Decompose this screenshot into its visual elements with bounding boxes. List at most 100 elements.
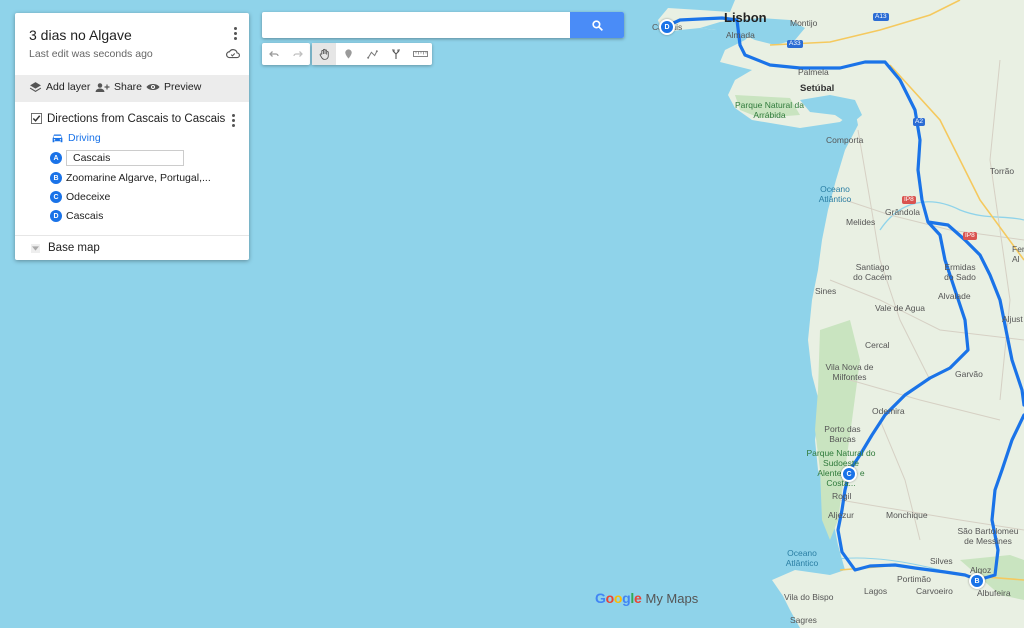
base-map-toggle[interactable]: Base map — [31, 242, 100, 254]
map-label-santiago: Santiago do Cacém — [853, 262, 892, 282]
add-layer-label: Add layer — [46, 81, 91, 93]
car-icon — [52, 133, 63, 142]
search-box — [262, 12, 624, 38]
stop-a-badge: A — [50, 152, 62, 164]
route-marker-b[interactable]: B — [969, 573, 985, 589]
google-wordmark: Google — [595, 590, 642, 606]
redo-button[interactable] — [286, 43, 310, 65]
layer-name[interactable]: Directions from Cascais to Cascais — [47, 113, 225, 125]
map-label-comporta: Comporta — [826, 135, 864, 145]
map-label-parque-sudoeste: Parque Natural do Sudoeste Alentejano e … — [806, 448, 876, 488]
stop-d[interactable]: D Cascais — [50, 209, 103, 223]
add-marker-button[interactable] — [336, 43, 360, 65]
road-shield-ip8-a: IP8 — [902, 196, 916, 204]
map-label-monchique: Monchique — [886, 510, 928, 520]
stop-a-input[interactable]: Cascais — [66, 150, 184, 166]
travel-mode[interactable]: Driving — [51, 132, 101, 144]
cloud-saved-icon — [226, 49, 240, 59]
redo-icon — [293, 51, 303, 57]
map-legend-panel: 3 dias no Algave Last edit was seconds a… — [15, 13, 249, 260]
map-label-alvalade: Alvalade — [938, 291, 971, 301]
preview-label: Preview — [164, 81, 202, 93]
map-label-odemira: Odemira — [872, 406, 905, 416]
map-label-vila-bispo: Vila do Bispo — [784, 592, 834, 602]
map-label-torrao: Torrão — [990, 166, 1015, 176]
stop-c-label: Odeceixe — [66, 191, 111, 203]
expand-arrow-icon — [31, 243, 40, 253]
map-label-rogil: Rogil — [832, 491, 852, 501]
directions-icon — [392, 49, 400, 59]
undo-icon — [269, 51, 279, 57]
share-label: Share — [114, 81, 143, 93]
stop-d-badge: D — [50, 210, 62, 222]
map-label-melides: Melides — [846, 217, 876, 227]
map-label-cercal: Cercal — [865, 340, 890, 350]
search-button[interactable] — [570, 12, 624, 38]
measure-button[interactable] — [408, 43, 432, 65]
undo-redo-group — [262, 43, 310, 65]
map-options-menu[interactable] — [234, 27, 238, 42]
road-shield-a2: A2 — [913, 118, 925, 126]
map-label-ocean-1: Oceano Atlântico — [818, 184, 852, 204]
product-name: My Maps — [645, 591, 699, 606]
panel-action-bar: Add layer Share Preview — [15, 75, 249, 102]
road-shield-a13: A13 — [873, 13, 889, 21]
map-label-fer: Fer Al — [1012, 244, 1024, 264]
eye-icon — [146, 84, 160, 90]
map-title[interactable]: 3 dias no Algave — [29, 27, 132, 43]
draw-line-button[interactable] — [360, 43, 384, 65]
map-label-vale-agua: Vale de Agua — [875, 303, 925, 313]
map-label-milfontes: Vila Nova de Milfontes — [825, 362, 874, 382]
last-edit-status: Last edit was seconds ago — [29, 48, 153, 60]
map-label-aljezur: Aljezur — [828, 510, 854, 520]
layer-options-menu[interactable] — [232, 114, 236, 129]
map-label-ocean-2: Oceano Atlântico — [785, 548, 819, 568]
add-person-icon — [95, 82, 110, 92]
map-label-porto-barcas: Porto das Barcas — [824, 424, 861, 444]
pan-tool-button[interactable] — [312, 43, 336, 65]
google-my-maps-logo: Google My Maps — [595, 590, 698, 606]
route-marker-d[interactable]: D — [659, 19, 675, 35]
map-label-ermidas: Ermidas do Sado — [944, 262, 976, 282]
base-map-label: Base map — [48, 242, 100, 254]
stop-b-badge: B — [50, 172, 62, 184]
map-label-sagres: Sagres — [790, 615, 817, 625]
map-label-sao-bartolomeu: São Bartolomeu de Messines — [957, 526, 1019, 546]
map-label-garvao: Garvão — [955, 369, 983, 379]
draw-line-icon — [366, 49, 378, 59]
ruler-icon — [412, 51, 428, 57]
stop-c-badge: C — [50, 191, 62, 203]
search-input[interactable] — [262, 12, 578, 38]
map-label-sines: Sines — [815, 286, 837, 296]
map-label-silves: Silves — [930, 556, 953, 566]
route-marker-c[interactable]: C — [841, 466, 857, 482]
layer-visibility-checkbox[interactable] — [31, 113, 42, 124]
stop-a[interactable]: A Cascais — [50, 150, 184, 166]
map-label-lisbon: Lisbon — [724, 10, 767, 25]
layers-icon — [29, 82, 42, 92]
share-button[interactable]: Share — [95, 81, 142, 93]
map-label-portimao: Portimão — [897, 574, 932, 584]
map-label-carvoeiro: Carvoeiro — [916, 586, 953, 596]
hand-icon — [319, 48, 329, 60]
map-label-arrabida: Parque Natural da Arrábida — [735, 100, 804, 120]
road-shield-a33: A33 — [787, 40, 803, 48]
stop-d-label: Cascais — [66, 210, 104, 222]
add-layer-button[interactable]: Add layer — [29, 81, 90, 93]
map-label-aljust: Aljust — [1002, 314, 1023, 324]
stop-b[interactable]: B Zoomarine Algarve, Portugal,... — [50, 171, 211, 185]
map-label-palmela: Palmela — [798, 67, 829, 77]
undo-button[interactable] — [262, 43, 286, 65]
map-label-montijo: Montijo — [790, 18, 818, 28]
stop-c[interactable]: C Odeceixe — [50, 190, 110, 204]
map-label-setubal: Setúbal — [800, 83, 835, 94]
travel-mode-label: Driving — [68, 132, 101, 144]
map-label-lagos: Lagos — [864, 586, 888, 596]
search-icon — [591, 19, 603, 31]
map-label-albufeira: Albufeira — [977, 588, 1011, 598]
map-label-grandola: Grândola — [885, 207, 920, 217]
add-directions-button[interactable] — [384, 43, 408, 65]
preview-button[interactable]: Preview — [146, 81, 201, 93]
map-tools-group — [312, 43, 432, 65]
panel-divider — [15, 235, 249, 236]
